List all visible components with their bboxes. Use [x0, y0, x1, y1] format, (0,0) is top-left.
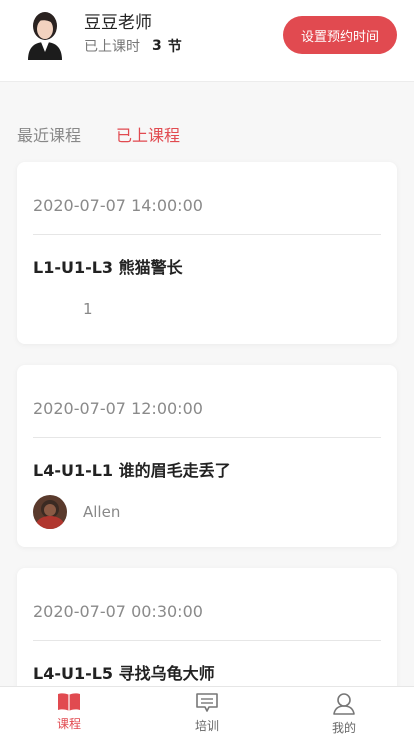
course-card[interactable]: 2020-07-07 14:00:00 L1-U1-L3 熊猫警长 1 — [17, 162, 397, 344]
student-row: Allen — [33, 495, 120, 529]
profile-header: 豆豆老师 已上课时 3 节 设置预约时间 — [0, 0, 414, 82]
user-icon — [333, 693, 355, 715]
card-divider — [33, 437, 381, 438]
book-icon — [58, 693, 80, 711]
lessons-count: 3 — [152, 38, 162, 54]
student-avatar — [33, 292, 67, 326]
tabbar-item-mine[interactable]: 我的 — [304, 687, 384, 736]
teacher-avatar — [22, 6, 68, 60]
tabbar-label: 我的 — [331, 721, 356, 735]
tab-completed-courses[interactable]: 已上课程 — [116, 122, 180, 146]
tabbar-item-training[interactable]: 培训 — [167, 687, 247, 736]
set-appointment-time-button[interactable]: 设置预约时间 — [283, 16, 397, 54]
teacher-name: 豆豆老师 — [84, 13, 152, 33]
course-card[interactable]: 2020-07-07 12:00:00 L4-U1-L1 谁的眉毛走丢了 All… — [17, 365, 397, 547]
course-time: 2020-07-07 12:00:00 — [33, 399, 203, 418]
lessons-summary: 已上课时 3 节 — [84, 36, 182, 56]
tabbar-label: 培训 — [194, 719, 219, 733]
tabbar-item-course[interactable]: 课程 — [29, 687, 109, 736]
tab-recent-courses[interactable]: 最近课程 — [17, 122, 81, 146]
lessons-label: 已上课时 — [84, 39, 140, 55]
card-divider — [33, 640, 381, 641]
lessons-unit: 节 — [167, 39, 182, 55]
student-name: Allen — [83, 503, 121, 521]
course-time: 2020-07-07 14:00:00 — [33, 196, 203, 215]
student-row: 1 — [33, 292, 93, 326]
course-title: L4-U1-L1 谁的眉毛走丢了 — [33, 461, 231, 480]
student-name: 1 — [83, 300, 93, 318]
course-title: L4-U1-L5 寻找乌龟大师 — [33, 664, 215, 683]
course-title: L1-U1-L3 熊猫警长 — [33, 258, 183, 277]
card-divider — [33, 234, 381, 235]
bottom-tab-bar: 课程 培训 我的 — [0, 686, 414, 736]
chat-icon — [196, 693, 218, 712]
course-time: 2020-07-07 00:30:00 — [33, 602, 203, 621]
student-avatar — [33, 495, 67, 529]
tabbar-label: 课程 — [56, 717, 81, 731]
course-tabs: 最近课程 已上课程 — [0, 118, 414, 148]
